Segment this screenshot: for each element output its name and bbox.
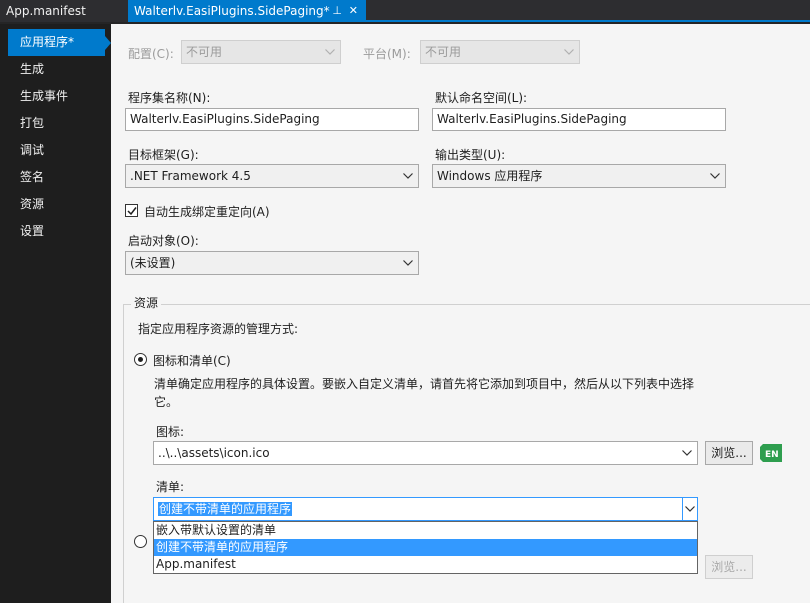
tab-app-manifest[interactable]: App.manifest bbox=[0, 0, 128, 22]
manifest-help-text-line1: 清单确定应用程序的具体设置。要嵌入自定义清单，请首先将它添加到项目中，然后从以下… bbox=[154, 377, 695, 391]
nav-item-package[interactable]: 打包 bbox=[0, 110, 111, 137]
icon-manifest-radio[interactable] bbox=[134, 353, 147, 366]
icon-manifest-radio-label: 图标和清单(C) bbox=[153, 354, 231, 368]
tab-project-properties[interactable]: Walterlv.EasiPlugins.SidePaging* ⊥ ✕ bbox=[128, 0, 366, 22]
target-framework-select[interactable]: .NET Framework 4.5 bbox=[125, 164, 419, 188]
default-namespace-label: 默认命名空间(L): bbox=[435, 91, 528, 105]
icon-select[interactable]: ..\..\assets\icon.ico bbox=[153, 441, 698, 465]
application-properties-panel: 配置(C): 不可用 平台(M): 不可用 程序集名称(N): Walterlv… bbox=[111, 24, 810, 603]
tab-label: Walterlv.EasiPlugins.SidePaging* bbox=[134, 4, 330, 18]
properties-nav: 应用程序* 生成 生成事件 打包 调试 签名 资源 设置 bbox=[0, 24, 111, 603]
nav-item-build-events[interactable]: 生成事件 bbox=[0, 83, 111, 110]
platform-select: 不可用 bbox=[420, 40, 580, 64]
manifest-dropdown-list: 嵌入带默认设置的清单 创建不带清单的应用程序 App.manifest bbox=[153, 521, 698, 574]
config-select: 不可用 bbox=[181, 40, 341, 64]
assembly-name-input[interactable]: Walterlv.EasiPlugins.SidePaging bbox=[125, 108, 419, 131]
dropdown-option[interactable]: App.manifest bbox=[154, 556, 697, 573]
chevron-down-icon bbox=[324, 41, 336, 63]
output-type-label: 输出类型(U): bbox=[435, 148, 506, 162]
svg-text:EN: EN bbox=[765, 450, 779, 460]
target-framework-label: 目标框架(G): bbox=[128, 148, 199, 162]
en-language-icon: EN bbox=[759, 443, 783, 463]
chevron-down-icon bbox=[563, 41, 575, 63]
resources-description: 指定应用程序资源的管理方式: bbox=[138, 322, 299, 336]
nav-item-resources[interactable]: 资源 bbox=[0, 191, 111, 218]
icon-label: 图标: bbox=[156, 425, 185, 439]
startup-object-label: 启动对象(O): bbox=[128, 234, 199, 248]
nav-item-debug[interactable]: 调试 bbox=[0, 137, 111, 164]
auto-binding-redirects-label: 自动生成绑定重定向(A) bbox=[144, 205, 270, 219]
manifest-label: 清单: bbox=[156, 480, 185, 494]
manifest-select[interactable]: 创建不带清单的应用程序 bbox=[153, 497, 698, 521]
chevron-down-icon bbox=[682, 498, 697, 520]
platform-label: 平台(M): bbox=[363, 47, 411, 61]
check-icon bbox=[127, 207, 137, 216]
close-icon[interactable]: ✕ bbox=[349, 0, 358, 22]
nav-item-signing[interactable]: 签名 bbox=[0, 164, 111, 191]
output-type-select[interactable]: Windows 应用程序 bbox=[432, 164, 726, 188]
resources-group-title: 资源 bbox=[131, 294, 162, 311]
nav-item-application[interactable]: 应用程序* bbox=[8, 29, 111, 56]
dropdown-option[interactable]: 嵌入带默认设置的清单 bbox=[154, 522, 697, 539]
chevron-down-icon bbox=[402, 252, 414, 274]
startup-object-select[interactable]: (未设置) bbox=[125, 251, 419, 275]
chevron-down-icon bbox=[402, 165, 414, 187]
config-label: 配置(C): bbox=[128, 47, 174, 61]
manifest-help-text-line2: 它。 bbox=[154, 395, 179, 409]
default-namespace-input[interactable]: Walterlv.EasiPlugins.SidePaging bbox=[432, 108, 726, 131]
resource-file-radio[interactable] bbox=[134, 535, 147, 548]
browse-icon-button[interactable]: 浏览... bbox=[705, 441, 753, 465]
dropdown-option-selected[interactable]: 创建不带清单的应用程序 bbox=[154, 539, 697, 556]
auto-binding-redirects-checkbox[interactable] bbox=[125, 204, 138, 217]
browse-resource-button: 浏览... bbox=[705, 555, 753, 579]
nav-item-build[interactable]: 生成 bbox=[0, 56, 111, 83]
document-tab-strip: App.manifest Walterlv.EasiPlugins.SidePa… bbox=[0, 0, 810, 22]
tab-label: App.manifest bbox=[6, 4, 86, 18]
assembly-name-label: 程序集名称(N): bbox=[128, 91, 211, 105]
chevron-down-icon bbox=[709, 165, 721, 187]
chevron-down-icon bbox=[681, 442, 693, 464]
pin-icon[interactable]: ⊥ bbox=[332, 0, 342, 22]
nav-item-settings[interactable]: 设置 bbox=[0, 218, 111, 245]
